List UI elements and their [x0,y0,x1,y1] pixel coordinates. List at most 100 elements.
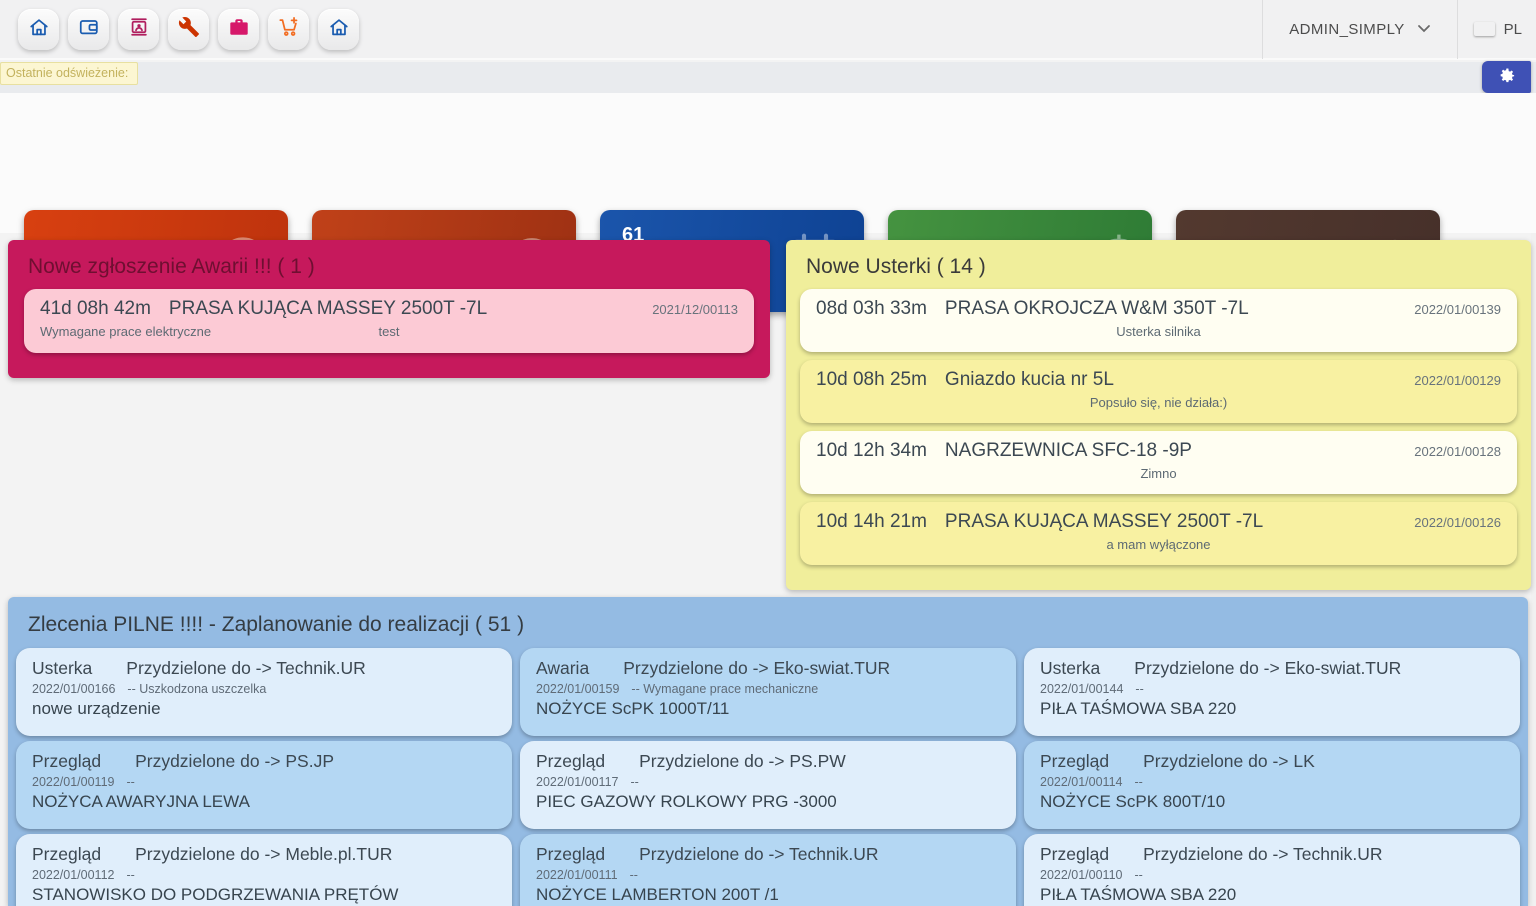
order-description: -- [127,868,135,882]
order-type: Przegląd [32,844,101,865]
wallet-icon [78,16,100,43]
ticket-description: Usterka silnika [816,324,1501,339]
briefcase-icon [228,16,250,43]
zlecenia-grid: Usterka Przydzielone do -> Technik.UR 20… [16,648,1520,906]
zlecenie-card[interactable]: Awaria Przydzielone do -> Eko-swiat.TUR … [520,648,1016,736]
usterka-ticket[interactable]: 10d 12h 34m NAGRZEWNICA SFC-18 -9P 2022/… [800,431,1517,494]
home-button[interactable] [18,9,59,50]
usterka-ticket[interactable]: 08d 03h 33m PRASA OKROJCZA W&M 350T -7L … [800,289,1517,352]
order-equipment: nowe urządzenie [32,699,496,719]
wrench-icon [178,16,200,43]
cart-plus-icon [278,16,300,43]
order-equipment: NOŻYCE ScPK 800T/10 [1040,792,1504,812]
usterki-list: 08d 03h 33m PRASA OKROJCZA W&M 350T -7L … [800,289,1517,565]
zlecenia-panel: Zlecenia PILNE !!!! - Zaplanowanie do re… [8,597,1528,906]
stat-cards-band: Nowe zgłoszenie 10 Awarie 61 Zlecenie w … [0,93,1536,233]
ticket-age: 08d 03h 33m [816,298,927,320]
zlecenie-card[interactable]: Przegląd Przydzielone do -> Technik.UR 2… [520,834,1016,906]
ticket-age: 10d 12h 34m [816,440,927,462]
wallet-button[interactable] [68,9,109,50]
zlecenie-card[interactable]: Przegląd Przydzielone do -> PS.PW 2022/0… [520,741,1016,829]
order-assigned: Przydzielone do -> Meble.pl.TUR [135,844,392,865]
ticket-age: 10d 14h 21m [816,511,927,533]
gear-icon [1497,65,1516,89]
order-ref: 2022/01/00119 [32,775,115,789]
last-refresh-tooltip: Ostatnie odświeżenie: [0,62,138,85]
ticket-equipment: PRASA KUJĄCA MASSEY 2500T -7L [945,511,1414,533]
language-label: PL [1504,21,1522,38]
order-ref: 2022/01/00110 [1040,868,1123,882]
home-alt-button[interactable] [318,9,359,50]
home-icon [28,16,50,43]
order-ref: 2022/01/00112 [32,868,115,882]
ticket-ref: 2022/01/00139 [1414,302,1501,317]
order-equipment: PIŁA TAŚMOWA SBA 220 [1040,885,1504,905]
order-type: Usterka [1040,658,1100,679]
toolbar-icon-group [0,9,359,50]
order-equipment: PIEC GAZOWY ROLKOWY PRG -3000 [536,792,1000,812]
language-selector[interactable]: PL [1457,0,1536,59]
order-type: Przegląd [536,751,605,772]
contact-card-icon [128,16,150,43]
ticket-ref: 2022/01/00129 [1414,373,1501,388]
zlecenie-card[interactable]: Przegląd Przydzielone do -> Meble.pl.TUR… [16,834,512,906]
ticket-ref: 2022/01/00126 [1414,515,1501,530]
zlecenie-card[interactable]: Przegląd Przydzielone do -> LK 2022/01/0… [1024,741,1520,829]
ticket-description: Zimno [816,466,1501,481]
order-equipment: STANOWISKO DO PODGRZEWANIA PRĘTÓW [32,885,496,905]
order-description: -- [1135,682,1143,696]
order-description: -- Wymagane prace mechaniczne [631,682,818,696]
ticket-equipment: PRASA KUJĄCA MASSEY 2500T -7L [169,298,652,320]
order-description: -- Uszkodzona uszczelka [127,682,266,696]
wrench-button[interactable] [168,9,209,50]
ticket-description: test [40,324,738,339]
order-description: -- [127,775,135,789]
user-menu[interactable]: ADMIN_SIMPLY [1262,0,1456,59]
zlecenie-card[interactable]: Usterka Przydzielone do -> Technik.UR 20… [16,648,512,736]
home-alt-icon [328,16,350,43]
order-assigned: Przydzielone do -> Eko-swiat.TUR [1134,658,1401,679]
chevron-down-icon [1417,20,1431,38]
order-type: Przegląd [32,751,101,772]
ticket-ref: 2022/01/00128 [1414,444,1501,459]
usterka-ticket[interactable]: 10d 08h 25m Gniazdo kucia nr 5L 2022/01/… [800,360,1517,423]
ticket-equipment: PRASA OKROJCZA W&M 350T -7L [945,298,1414,320]
usterki-panel-title: Nowe Usterki ( 14 ) [786,240,1531,289]
order-type: Usterka [32,658,92,679]
order-assigned: Przydzielone do -> Technik.UR [639,844,878,865]
ticket-age: 10d 08h 25m [816,369,927,391]
order-assigned: Przydzielone do -> LK [1143,751,1315,772]
briefcase-button[interactable] [218,9,259,50]
order-equipment: NOŻYCE ScPK 1000T/11 [536,699,1000,719]
order-ref: 2022/01/00117 [536,775,619,789]
ticket-description: a mam wyłączone [816,537,1501,552]
ticket-equipment: Gniazdo kucia nr 5L [945,369,1414,391]
zlecenie-card[interactable]: Przegląd Przydzielone do -> PS.JP 2022/0… [16,741,512,829]
awaria-ticket[interactable]: 41d 08h 42m PRASA KUJĄCA MASSEY 2500T -7… [24,289,754,353]
ticket-ref: 2021/12/00113 [652,302,738,317]
usterka-ticket[interactable]: 10d 14h 21m PRASA KUJĄCA MASSEY 2500T -7… [800,502,1517,565]
order-description: -- [1135,868,1143,882]
order-assigned: Przydzielone do -> PS.PW [639,751,846,772]
order-ref: 2022/01/00111 [536,868,618,882]
order-ref: 2022/01/00114 [1040,775,1123,789]
zlecenie-card[interactable]: Usterka Przydzielone do -> Eko-swiat.TUR… [1024,648,1520,736]
order-type: Przegląd [536,844,605,865]
ticket-equipment: NAGRZEWNICA SFC-18 -9P [945,440,1414,462]
zlecenia-panel-title: Zlecenia PILNE !!!! - Zaplanowanie do re… [8,597,1528,648]
order-equipment: PIŁA TAŚMOWA SBA 220 [1040,699,1504,719]
usterki-panel: Nowe Usterki ( 14 ) 08d 03h 33m PRASA OK… [786,240,1531,590]
zlecenie-card[interactable]: Przegląd Przydzielone do -> Technik.UR 2… [1024,834,1520,906]
order-type: Przegląd [1040,751,1109,772]
user-name: ADMIN_SIMPLY [1289,21,1404,38]
cart-plus-button[interactable] [268,9,309,50]
order-assigned: Przydzielone do -> Technik.UR [126,658,365,679]
refresh-bar [0,62,1536,93]
order-description: -- [631,775,639,789]
awaria-panel: Nowe zgłoszenie Awarii !!! ( 1 ) 41d 08h… [8,240,770,378]
ticket-description: Popsuło się, nie działa:) [816,395,1501,410]
order-ref: 2022/01/00159 [536,682,619,696]
settings-button[interactable] [1482,61,1531,93]
order-description: -- [630,868,638,882]
contact-card-button[interactable] [118,9,159,50]
